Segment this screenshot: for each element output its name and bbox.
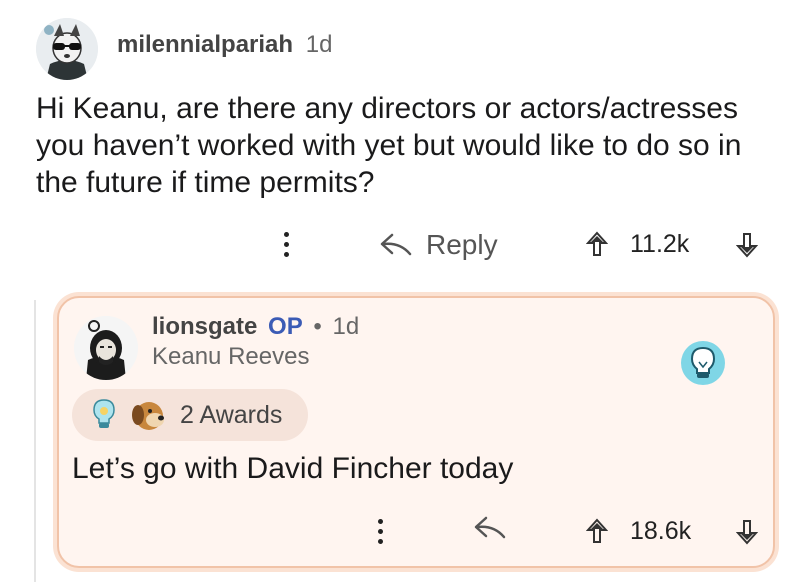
comment-age: 1d (305, 31, 333, 58)
reply-button[interactable] (472, 515, 508, 541)
avatar-illustration (74, 316, 138, 380)
reply-label: Reply (426, 229, 498, 260)
avatar[interactable] (74, 316, 138, 380)
awards-icons (88, 395, 168, 435)
username[interactable]: lionsgate (152, 313, 257, 340)
comment-header: milennialpariah 1d (117, 30, 332, 60)
avatar[interactable] (36, 18, 98, 80)
upvote-icon (586, 231, 608, 256)
lightbulb-icon (681, 341, 725, 385)
more-options-button[interactable] (284, 232, 289, 257)
op-badge: OP (268, 313, 303, 340)
comment-age: 1d (332, 313, 360, 340)
more-options-button[interactable] (378, 519, 383, 544)
awards-label: 2 Awards (180, 401, 283, 429)
lightbulb-icon (93, 399, 115, 428)
username[interactable]: milennialpariah (117, 31, 293, 58)
vote-count: 11.2k (630, 230, 690, 258)
upvote-button[interactable] (586, 518, 608, 544)
upvote-button[interactable] (586, 231, 608, 257)
award-button[interactable] (680, 340, 726, 386)
comment-body: Hi Keanu, are there any directors or act… (36, 92, 742, 199)
comment-header: lionsgate OP • 1d (152, 312, 359, 342)
downvote-button[interactable] (736, 232, 758, 258)
comment-body: Let’s go with David Fincher today (72, 452, 514, 485)
downvote-icon (736, 233, 758, 258)
reply-button[interactable]: Reply (378, 225, 498, 265)
reply-icon (380, 233, 412, 256)
more-icon (378, 519, 383, 524)
reply-icon (474, 516, 506, 539)
downvote-button[interactable] (736, 519, 758, 545)
dog-award-icon (132, 402, 164, 430)
separator: • (313, 313, 322, 340)
vote-count: 18.6k (630, 517, 692, 545)
downvote-icon (736, 520, 758, 545)
avatar-illustration (36, 18, 98, 80)
thread-line (34, 300, 36, 582)
upvote-icon (586, 518, 608, 543)
more-icon (284, 232, 289, 237)
user-flair: Keanu Reeves (152, 343, 310, 370)
